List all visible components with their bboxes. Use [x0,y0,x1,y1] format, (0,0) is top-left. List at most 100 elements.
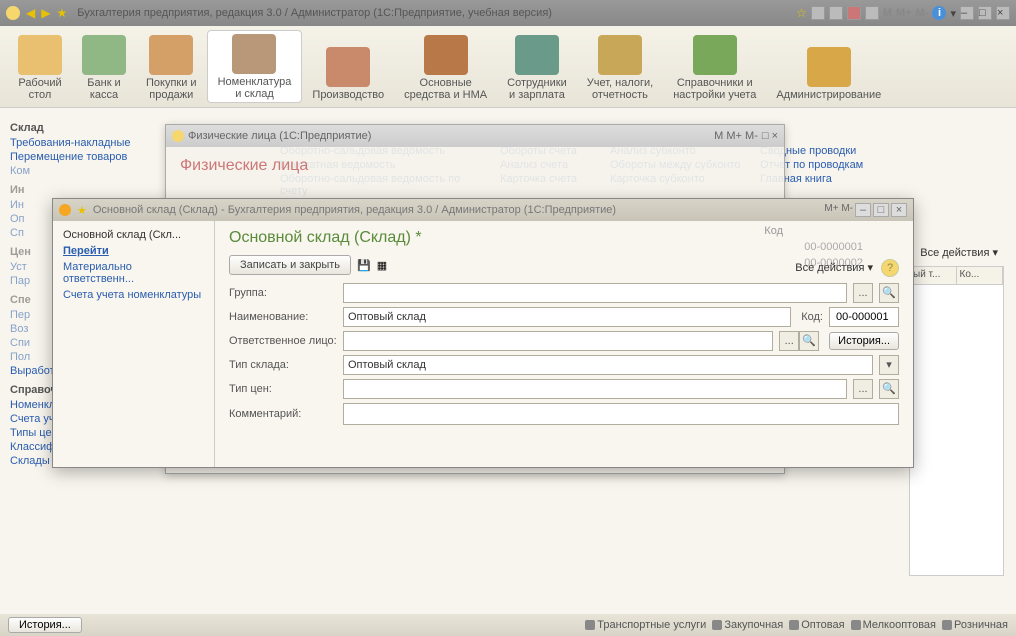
toolbar-label: Сотрудникии зарплата [507,77,567,101]
nav-fwd-icon[interactable]: ▶ [41,6,50,20]
search-icon[interactable]: 🔍 [879,283,899,303]
form-title: Основной склад (Склад) * [229,229,899,247]
toolbar-icon [598,35,642,75]
bg-window-header[interactable]: Физические лица (1С:Предприятие) M M+ M-… [166,125,784,147]
sidebar-go[interactable]: Перейти [53,243,214,259]
tb-icon[interactable] [847,6,861,20]
all-actions[interactable]: Все действия ▾ [795,261,873,274]
comment-field[interactable] [343,403,899,425]
grid-col[interactable]: ый т... [910,267,957,284]
modal-main: Код 00-0000001 00-0000002 Основной склад… [215,221,913,467]
toolbar-icon [515,35,559,75]
pricetype-label: Тип цен: [229,383,337,395]
dropdown-icon[interactable]: ▾ [879,355,899,375]
status-link[interactable]: Транспортные услуги [585,619,706,631]
toolbar-item[interactable]: Номенклатураи склад [207,30,303,103]
sidebar-link[interactable]: Материально ответственн... [53,259,214,287]
min-icon[interactable]: – [960,6,974,20]
toolbar-icon [326,47,370,87]
calc-icon[interactable] [865,6,879,20]
save-close-button[interactable]: Записать и закрыть [229,255,351,275]
type-label: Тип склада: [229,359,337,371]
search-icon[interactable]: 🔍 [879,379,899,399]
app-title: Бухгалтерия предприятия, редакция 3.0 / … [77,7,790,19]
toolbar-icon [807,47,851,87]
max-icon[interactable]: □ [873,203,889,217]
max-icon[interactable]: □ [978,6,992,20]
toolbar-icon [149,35,193,75]
bg-window-heading: Физические лица [166,147,784,179]
ghost-label: Код [764,225,783,237]
m-icon[interactable]: M [883,7,892,19]
toolbar-item[interactable]: Рабочийстол [8,30,72,103]
toolbar-label: Производство [312,89,384,101]
select-icon[interactable]: ... [853,379,873,399]
group-field[interactable] [343,283,847,303]
nav-back-icon[interactable]: ◀ [26,6,35,20]
save-icon[interactable]: 💾 [357,259,371,272]
toolbar-label: Учет, налоги,отчетность [587,77,653,101]
dropdown-icon[interactable]: ▾ [950,7,956,20]
help-icon[interactable]: ? [881,259,899,277]
modal-header[interactable]: ★ Основной склад (Склад) - Бухгалтерия п… [53,199,913,221]
tb-icon[interactable] [829,6,843,20]
app-icon [6,6,20,20]
toolbar-item[interactable]: Основныесредства и НМА [394,30,497,103]
toolbar-item[interactable]: Справочники инастройки учета [663,30,766,103]
m-minus-icon[interactable]: M- [916,7,929,19]
toolbar-label: Номенклатураи склад [218,76,292,100]
sidebar-link[interactable]: Счета учета номенклатуры [53,287,214,303]
statusbar: История... Транспортные услуги Закупочна… [0,614,1016,636]
toolbar-label: Справочники инастройки учета [673,77,756,101]
warehouse-modal: ★ Основной склад (Склад) - Бухгалтерия п… [52,198,914,468]
content-area: Склад Требования-накладные Перемещение т… [0,108,1016,614]
code-field[interactable]: 00-000001 [829,307,899,327]
toolbar-icon [18,35,62,75]
status-link[interactable]: Оптовая [789,619,844,631]
min-icon[interactable]: – [855,203,871,217]
toolbar-icon [693,35,737,75]
grid-col[interactable]: Ко... [957,267,1004,284]
toolbar-item[interactable]: Банк икасса [72,30,136,103]
name-label: Наименование: [229,311,337,323]
status-link[interactable]: Розничная [942,619,1008,631]
history-button[interactable]: История... [8,617,82,633]
toolbar-item[interactable]: Администрирование [766,30,891,103]
more-icon[interactable]: ▦ [377,259,387,272]
close-icon[interactable]: × [891,203,907,217]
select-icon[interactable]: ... [779,331,799,351]
star-icon[interactable]: ★ [56,6,67,20]
modal-title: Основной склад (Склад) - Бухгалтерия пре… [93,204,819,216]
star-icon[interactable]: ★ [77,204,87,217]
tb-icon[interactable] [811,6,825,20]
history-button[interactable]: История... [829,332,899,350]
status-link[interactable]: Мелкооптовая [851,619,936,631]
toolbar-item[interactable]: Сотрудникии зарплата [497,30,577,103]
toolbar-item[interactable]: Покупки ипродажи [136,30,207,103]
name-field[interactable]: Оптовый склад [343,307,791,327]
toolbar-label: Основныесредства и НМА [404,77,487,101]
toolbar-item[interactable]: Производство [302,30,394,103]
toolbar-label: Банк икасса [87,77,120,101]
close-icon[interactable]: × [996,6,1010,20]
toolbar-label: Рабочийстол [18,77,61,101]
search-icon[interactable]: 🔍 [799,331,819,351]
toolbar-item[interactable]: Учет, налоги,отчетность [577,30,663,103]
bg-window-title: Физические лица (1С:Предприятие) [188,130,371,142]
toolbar-label: Администрирование [776,89,881,101]
pricetype-field[interactable] [343,379,847,399]
status-link[interactable]: Закупочная [712,619,783,631]
right-grid[interactable]: ый т...Ко... [909,266,1004,576]
modal-sidebar: Основной склад (Скл... Перейти Материаль… [53,221,215,467]
toolbar-icon [232,34,276,74]
grid-actions[interactable]: Все действия ▾ [920,246,998,259]
select-icon[interactable]: ... [853,283,873,303]
ghost-code: 00-0000001 [804,241,863,253]
app-icon [59,204,71,216]
info-icon[interactable]: i [932,6,946,20]
fav-icon[interactable]: ☆ [796,6,807,20]
app-titlebar: ◀ ▶ ★ Бухгалтерия предприятия, редакция … [0,0,1016,26]
type-field[interactable]: Оптовый склад [343,355,873,375]
resp-field[interactable] [343,331,773,351]
m-plus-icon[interactable]: M+ [896,7,912,19]
